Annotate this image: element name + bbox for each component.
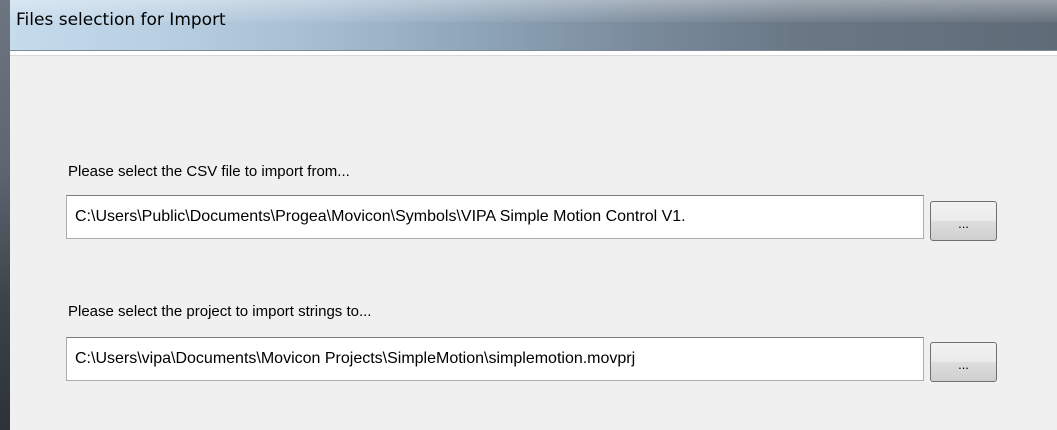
window-title: Files selection for Import <box>16 10 226 30</box>
project-browse-button[interactable]: ... <box>930 342 997 382</box>
desktop-edge <box>0 0 10 430</box>
title-bar[interactable]: Files selection for Import <box>10 0 1057 51</box>
csv-file-path-input[interactable] <box>66 195 924 239</box>
project-path-input[interactable] <box>66 337 924 381</box>
dialog-client-area: Please select the CSV file to import fro… <box>10 55 1057 430</box>
import-dialog-window: Files selection for Import Please select… <box>10 0 1057 430</box>
project-label: Please select the project to import stri… <box>68 303 372 320</box>
csv-browse-button[interactable]: ... <box>930 201 997 241</box>
csv-file-label: Please select the CSV file to import fro… <box>68 163 350 180</box>
